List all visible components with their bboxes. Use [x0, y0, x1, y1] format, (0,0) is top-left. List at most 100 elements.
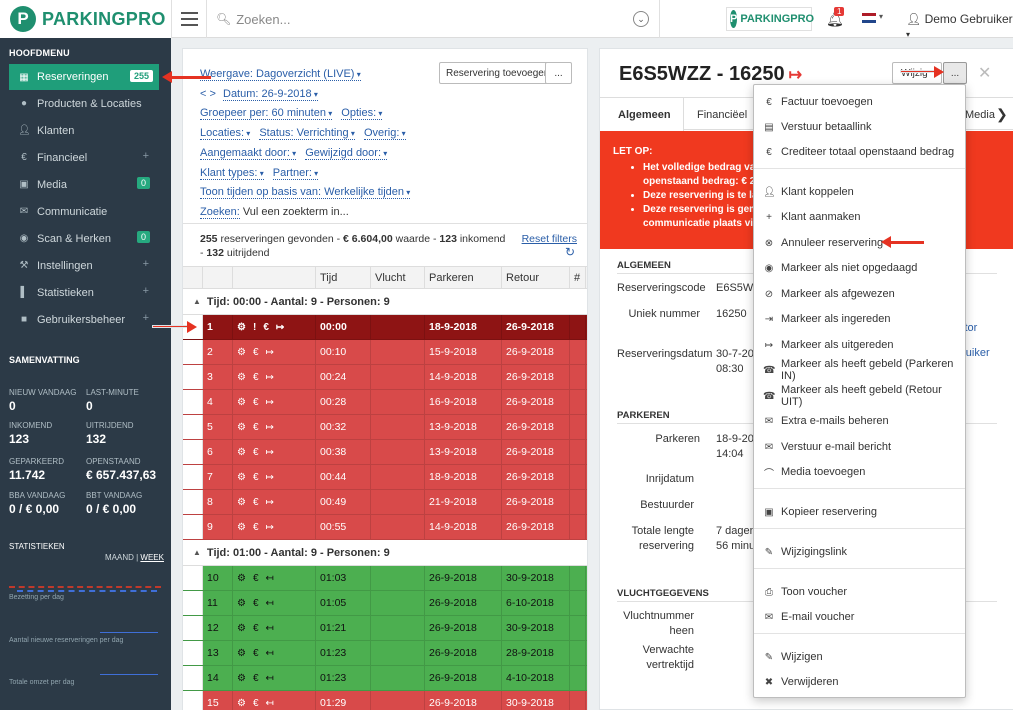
- menu-item-klant-koppelen[interactable]: 👤︎ Klant koppelen: [754, 180, 965, 204]
- sidebar-item-reserveringen[interactable]: ▦ Reserveringen 255: [9, 64, 159, 90]
- menu-item-factuur-toevoegen[interactable]: € Factuur toevoegen: [754, 90, 965, 114]
- reset-filters-link[interactable]: Reset filters: [522, 232, 577, 246]
- filter-datum[interactable]: Datum: 26-9-2018: [223, 87, 318, 101]
- sidebar-item-klanten[interactable]: 👤︎ Klanten: [0, 117, 171, 144]
- tab-algemeen[interactable]: Algemeen: [600, 98, 684, 131]
- row-select[interactable]: [183, 666, 203, 690]
- table-row[interactable]: 11 ⚙ € ↤ 01:05 26-9-2018 6-10-2018: [183, 591, 587, 616]
- menu-item-markeer-als-heeft-gebeld-parkeren-in[interactable]: ☎ Markeer als heeft gebeld (Parkeren IN): [754, 358, 965, 382]
- menu-item-verwijderen[interactable]: ✖ Verwijderen: [754, 670, 965, 694]
- table-row[interactable]: 7 ⚙ € ↦ 00:44 18-9-2018 26-9-2018: [183, 465, 587, 490]
- table-row[interactable]: 9 ⚙ € ↦ 00:55 14-9-2018 26-9-2018: [183, 515, 587, 540]
- menu-item-klant-aanmaken[interactable]: + Klant aanmaken: [754, 205, 965, 229]
- chevron-down-icon[interactable]: ⌄: [633, 11, 649, 27]
- filter-overig[interactable]: Overig:: [363, 127, 406, 141]
- collapse-triangle-icon[interactable]: ▲: [193, 297, 201, 306]
- filter-partner[interactable]: Partner:: [272, 166, 319, 180]
- table-row[interactable]: 1 ⚙! € ↦ 00:00 18-9-2018 26-9-2018: [183, 315, 587, 340]
- menu-item-wijzigen[interactable]: ✎ Wijzigen: [754, 645, 965, 669]
- chevron-right-icon[interactable]: ❯: [996, 106, 1008, 123]
- menu-item-toon-voucher[interactable]: ⎙ Toon voucher: [754, 580, 965, 604]
- col-retour[interactable]: Retour: [502, 267, 570, 288]
- filter-locaties[interactable]: Locaties:: [200, 127, 251, 141]
- logo[interactable]: P PARKINGPRO: [0, 0, 171, 38]
- table-row[interactable]: 6 ⚙ € ↦ 00:38 13-9-2018 26-9-2018: [183, 440, 587, 465]
- gear-icon[interactable]: ⚙: [237, 422, 246, 433]
- expand-plus-icon[interactable]: +: [143, 285, 149, 297]
- gear-icon[interactable]: ⚙: [237, 397, 246, 408]
- gear-icon[interactable]: ⚙: [237, 598, 246, 609]
- table-row[interactable]: 13 ⚙ € ↤ 01:23 26-9-2018 28-9-2018: [183, 641, 587, 666]
- gear-icon[interactable]: ⚙: [237, 698, 246, 709]
- row-select[interactable]: [183, 616, 203, 640]
- row-select[interactable]: [183, 641, 203, 665]
- expand-plus-icon[interactable]: +: [143, 150, 149, 162]
- menu-item-media-toevoegen[interactable]: ⌒ Media toevoegen: [754, 460, 965, 484]
- date-next-button[interactable]: >: [210, 88, 216, 100]
- period-month[interactable]: MAAND: [105, 553, 134, 562]
- table-row[interactable]: 4 ⚙ € ↦ 00:28 16-9-2018 26-9-2018: [183, 390, 587, 415]
- menu-item-extra-e-mails-beheren[interactable]: ✉ Extra e-mails beheren: [754, 409, 965, 433]
- filter-opties[interactable]: Opties:: [341, 107, 383, 121]
- row-select[interactable]: [183, 566, 203, 590]
- expand-plus-icon[interactable]: +: [143, 258, 149, 270]
- menu-item-markeer-als-ingereden[interactable]: ⇥ Markeer als ingereden: [754, 307, 965, 331]
- add-reservation-button[interactable]: Reservering toevoegen: [439, 62, 557, 84]
- gear-icon[interactable]: ⚙: [237, 447, 246, 458]
- table-row[interactable]: 8 ⚙ € ↦ 00:49 21-9-2018 26-9-2018: [183, 490, 587, 515]
- row-select[interactable]: [183, 340, 203, 364]
- row-select[interactable]: [183, 515, 203, 539]
- collapse-triangle-icon[interactable]: ▲: [193, 548, 201, 557]
- row-select[interactable]: [183, 691, 203, 710]
- table-group-header[interactable]: ▲ Tijd: 00:00 - Aantal: 9 - Personen: 9: [183, 289, 587, 315]
- col-hash[interactable]: #: [570, 267, 586, 288]
- more-actions-button[interactable]: ...: [545, 62, 572, 84]
- table-row[interactable]: 3 ⚙ € ↦ 00:24 14-9-2018 26-9-2018: [183, 365, 587, 390]
- filter-search-input[interactable]: Vul een zoekterm in...: [243, 206, 349, 218]
- menu-toggle-icon[interactable]: [171, 0, 207, 38]
- table-row[interactable]: 10 ⚙ € ↤ 01:03 26-9-2018 30-9-2018: [183, 566, 587, 591]
- sidebar-item-instellingen[interactable]: ⚒ Instellingen +: [0, 252, 171, 279]
- language-caret-icon[interactable]: ▾: [879, 12, 883, 21]
- row-select[interactable]: [183, 591, 203, 615]
- row-select[interactable]: [183, 415, 203, 439]
- tab-financieel[interactable]: Financiëel: [697, 98, 747, 131]
- language-flag-icon[interactable]: [862, 13, 876, 23]
- user-menu[interactable]: 👤︎ Demo Gebruiker ▾: [906, 12, 1013, 40]
- gear-icon[interactable]: ⚙: [237, 347, 246, 358]
- filter-weergave[interactable]: Weergave: Dagoverzicht (LIVE): [200, 68, 361, 81]
- gear-icon[interactable]: ⚙: [237, 522, 246, 533]
- refresh-icon[interactable]: ↻: [565, 245, 575, 259]
- menu-item-e-mail-voucher[interactable]: ✉ E-mail voucher: [754, 605, 965, 629]
- gear-icon[interactable]: ⚙: [237, 623, 246, 634]
- menu-item-kopieer-reservering[interactable]: ▣ Kopieer reservering: [754, 500, 965, 524]
- row-select[interactable]: [183, 365, 203, 389]
- menu-item-verstuur-betaallink[interactable]: ▤ Verstuur betaallink: [754, 115, 965, 139]
- menu-item-markeer-als-afgewezen[interactable]: ⊘ Markeer als afgewezen: [754, 282, 965, 306]
- menu-item-wijzigingslink[interactable]: ✎ Wijzigingslink: [754, 540, 965, 564]
- sidebar-item-gebruikersbeheer[interactable]: ■ Gebruikersbeheer +: [0, 306, 171, 333]
- sidebar-item-communicatie[interactable]: ✉ Communicatie: [0, 198, 171, 225]
- table-row[interactable]: 15 ⚙ € ↤ 01:29 26-9-2018 30-9-2018: [183, 691, 587, 710]
- gear-icon[interactable]: ⚙: [237, 648, 246, 659]
- search-input[interactable]: 🔍︎ Zoeken... ⌄: [208, 0, 660, 38]
- table-row[interactable]: 12 ⚙ € ↤ 01:21 26-9-2018 30-9-2018: [183, 616, 587, 641]
- filter-klant-types[interactable]: Klant types:: [200, 166, 264, 180]
- table-row[interactable]: 5 ⚙ € ↦ 00:32 13-9-2018 26-9-2018: [183, 415, 587, 440]
- period-week[interactable]: WEEK: [140, 553, 164, 562]
- notifications-button[interactable]: 🔔︎ 1: [826, 7, 845, 28]
- filter-toon-tijden[interactable]: Toon tijden op basis van: Werkelijke tij…: [200, 186, 411, 200]
- period-toggle[interactable]: MAAND | WEEK: [105, 553, 164, 562]
- sidebar-item-scan-herken[interactable]: ◉ Scan & Herken 0: [0, 225, 171, 252]
- gear-icon[interactable]: ⚙: [237, 322, 246, 333]
- expand-plus-icon[interactable]: +: [143, 312, 149, 324]
- menu-item-markeer-als-niet-opgedaagd[interactable]: ◉ Markeer als niet opgedaagd: [754, 256, 965, 280]
- sidebar-item-financieel[interactable]: € Financieel +: [0, 144, 171, 171]
- table-row[interactable]: 2 ⚙ € ↦ 00:10 15-9-2018 26-9-2018: [183, 340, 587, 365]
- gear-icon[interactable]: ⚙: [237, 573, 246, 584]
- gear-icon[interactable]: ⚙: [237, 497, 246, 508]
- sidebar-item-media[interactable]: ▣ Media 0: [0, 171, 171, 198]
- row-select[interactable]: [183, 390, 203, 414]
- filter-aangemaakt-door[interactable]: Aangemaakt door:: [200, 146, 297, 160]
- filter-gewijzigd-door[interactable]: Gewijzigd door:: [305, 146, 388, 160]
